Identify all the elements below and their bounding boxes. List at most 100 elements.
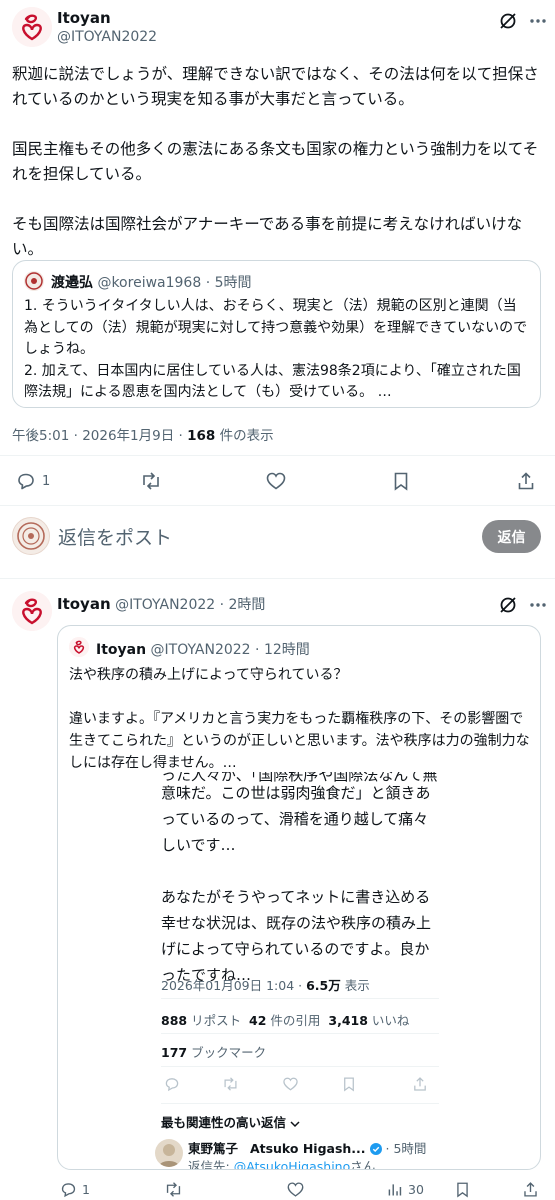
quoted-header: 渡邉弘 @koreiwa1968 · 5時間	[51, 272, 252, 292]
reply-icon	[18, 473, 34, 490]
bookmark-button[interactable]	[455, 1179, 470, 1199]
divider	[0, 505, 555, 506]
reply-button[interactable]: 1	[60, 1179, 90, 1199]
reply-to-suffix: さん	[350, 1159, 376, 1170]
like-button[interactable]	[265, 470, 293, 492]
screenshot-text: 意味だ。この世は弱肉強食だ」と頷きあっているのって、滑稽を通り越して痛々しいです…	[161, 780, 433, 988]
screenshot-reply-to: 返信先: @AtsukoHigashinoさん	[188, 1156, 376, 1170]
reply-to-handle: @AtsukoHigashino	[233, 1159, 351, 1170]
retweet-button[interactable]	[140, 470, 168, 492]
more-options-icon[interactable]	[527, 593, 549, 617]
screenshot-reply-time: · 5時間	[385, 1141, 427, 1156]
share-icon	[518, 472, 534, 490]
screenshot-divider	[161, 1066, 439, 1067]
screenshot-sort-label: 最も関連性の高い返信	[161, 1112, 300, 1131]
reply-submit-button[interactable]: 返信	[482, 520, 541, 553]
screenshot-reply-header: 東野篤子 Atsuko Higash... · 5時間	[188, 1138, 426, 1157]
views-icon	[388, 1183, 402, 1195]
attached-screenshot-image[interactable]: った人々が、「国際秩序や国際法なんて無 意味だ。この世は弱肉強食だ」と頷きあって…	[150, 772, 450, 1170]
divider	[0, 578, 555, 579]
heart-icon	[283, 1077, 298, 1091]
action-bar: 1	[0, 466, 555, 496]
share-icon	[414, 1077, 426, 1091]
more-options-icon[interactable]	[527, 9, 549, 33]
chevron-down-icon	[290, 1120, 300, 1127]
quoted-time: · 12時間	[255, 642, 310, 658]
author-handle[interactable]: @ITOYAN2022	[57, 29, 157, 45]
reply-count: 1	[42, 473, 51, 489]
retweet-icon	[224, 1077, 237, 1091]
heart-icon	[287, 1181, 304, 1197]
quoted-author-avatar	[69, 637, 89, 657]
screenshot-divider	[161, 998, 439, 999]
itoyan-logo-icon	[12, 591, 52, 631]
reply-button[interactable]: 1	[16, 470, 50, 492]
screenshot-paragraph: 意味だ。この世は弱肉強食だ」と頷きあっているのって、滑稽を通り越して痛々しいです…	[161, 784, 431, 854]
quoted-paragraph: 法や秩序の積み上げによって守られている？	[69, 667, 348, 683]
screenshot-bookmarks-count: 177	[161, 1045, 188, 1060]
reply-icon	[165, 1078, 179, 1092]
grok-icon[interactable]	[496, 593, 520, 617]
screenshot-reposts-count: 888	[161, 1013, 188, 1028]
bookmark-icon	[344, 1077, 354, 1092]
screenshot-reposts-label: リポスト	[187, 1013, 242, 1028]
seal-avatar-icon	[17, 522, 45, 550]
bookmark-icon	[394, 472, 408, 491]
reply-composer-input[interactable]: 返信をポスト	[58, 523, 172, 550]
like-button[interactable]	[286, 1179, 310, 1199]
author-name[interactable]: Itoyan	[57, 9, 111, 27]
views-count: 30	[408, 1181, 424, 1197]
views-label: 件の表示	[215, 428, 274, 444]
reply-action-bar: 1 30	[57, 1178, 555, 1200]
reply-icon	[61, 1182, 76, 1197]
post-timestamp[interactable]: 午後5:01 · 2026年1月9日 ·	[12, 428, 187, 444]
post-paragraph: そも国際法は国際社会がアナーキーである事を前提に考えなければいけない。	[12, 215, 523, 258]
current-user-avatar[interactable]	[12, 517, 50, 555]
quoted-text: 1. そういうイタイタしい人は、おそらく、現実と（法）規範の区別と連関（当為とし…	[24, 298, 528, 400]
retweet-icon	[143, 472, 159, 490]
screenshot-divider	[161, 1033, 439, 1034]
quoted-author-name: Itoyan	[96, 642, 147, 658]
screenshot-reply-alias: Atsuko Higash...	[249, 1141, 366, 1156]
reply-author-handle[interactable]: @ITOYAN2022	[115, 597, 215, 613]
author-avatar[interactable]	[12, 7, 52, 47]
seal-avatar-icon	[25, 272, 43, 290]
post-body: 釈迦に説法でしょうが、理解できない訳ではなく、その法は何を以て担保されているのか…	[12, 62, 542, 262]
itoyan-logo-icon	[69, 637, 89, 657]
bookmark-button[interactable]	[392, 470, 410, 492]
quoted-author-handle: @koreiwa1968	[97, 275, 202, 291]
screenshot-likes-count: 3,418	[328, 1013, 368, 1028]
reply-author-name[interactable]: Itoyan	[57, 595, 111, 613]
quoted-time: · 5時間	[205, 275, 252, 291]
quoted-author-handle: @ITOYAN2022	[150, 642, 251, 658]
user-avatar-icon	[159, 1144, 179, 1167]
quoted-header: Itoyan @ITOYAN2022 · 12時間	[96, 639, 310, 659]
heart-icon	[266, 472, 286, 490]
share-button[interactable]	[516, 470, 536, 492]
reply-to-label: 返信先:	[188, 1159, 234, 1170]
quoted-text: 法や秩序の積み上げによって守られている？ 違いますよ。『アメリカと言う実力をもっ…	[69, 664, 531, 774]
retweet-icon	[166, 1181, 181, 1197]
screenshot-reply-author: 東野篤子	[188, 1141, 239, 1156]
quoted-post-card[interactable]: 渡邉弘 @koreiwa1968 · 5時間 1. そういうイタイタしい人は、お…	[12, 260, 541, 408]
reply-header: Itoyan @ITOYAN2022 · 2時間	[57, 594, 265, 614]
screenshot-quotes-label: 件の引用	[266, 1013, 321, 1028]
quoted-author-name: 渡邉弘	[51, 275, 93, 291]
screenshot-action-bar	[164, 1076, 434, 1094]
sort-label-text: 最も関連性の高い返信	[161, 1115, 287, 1130]
reply-author-avatar[interactable]	[12, 591, 52, 631]
share-button[interactable]	[522, 1179, 539, 1199]
views-button[interactable]: 30	[386, 1179, 424, 1199]
retweet-button[interactable]	[164, 1179, 188, 1199]
quoted-author-avatar	[24, 271, 44, 291]
divider	[0, 455, 555, 456]
post-meta: 午後5:01 · 2026年1月9日 · 168 件の表示	[12, 424, 274, 444]
screenshot-likes-label: いいね	[367, 1013, 410, 1028]
verified-badge-icon	[369, 1143, 382, 1155]
reply-quoted-card[interactable]: Itoyan @ITOYAN2022 · 12時間 法や秩序の積み上げによって守…	[57, 625, 541, 1170]
screenshot-paragraph: あなたがそうやってネットに書き込める幸せな状況は、既存の法や秩序の積み上げによっ…	[161, 888, 432, 984]
grok-icon[interactable]	[496, 9, 520, 33]
post-paragraph: 釈迦に説法でしょうが、理解できない訳ではなく、その法は何を以て担保されているのか…	[12, 65, 539, 108]
screenshot-stats: 888 リポスト 42 件の引用 3,418 いいね	[161, 1010, 409, 1029]
reply-time[interactable]: · 2時間	[220, 597, 266, 613]
